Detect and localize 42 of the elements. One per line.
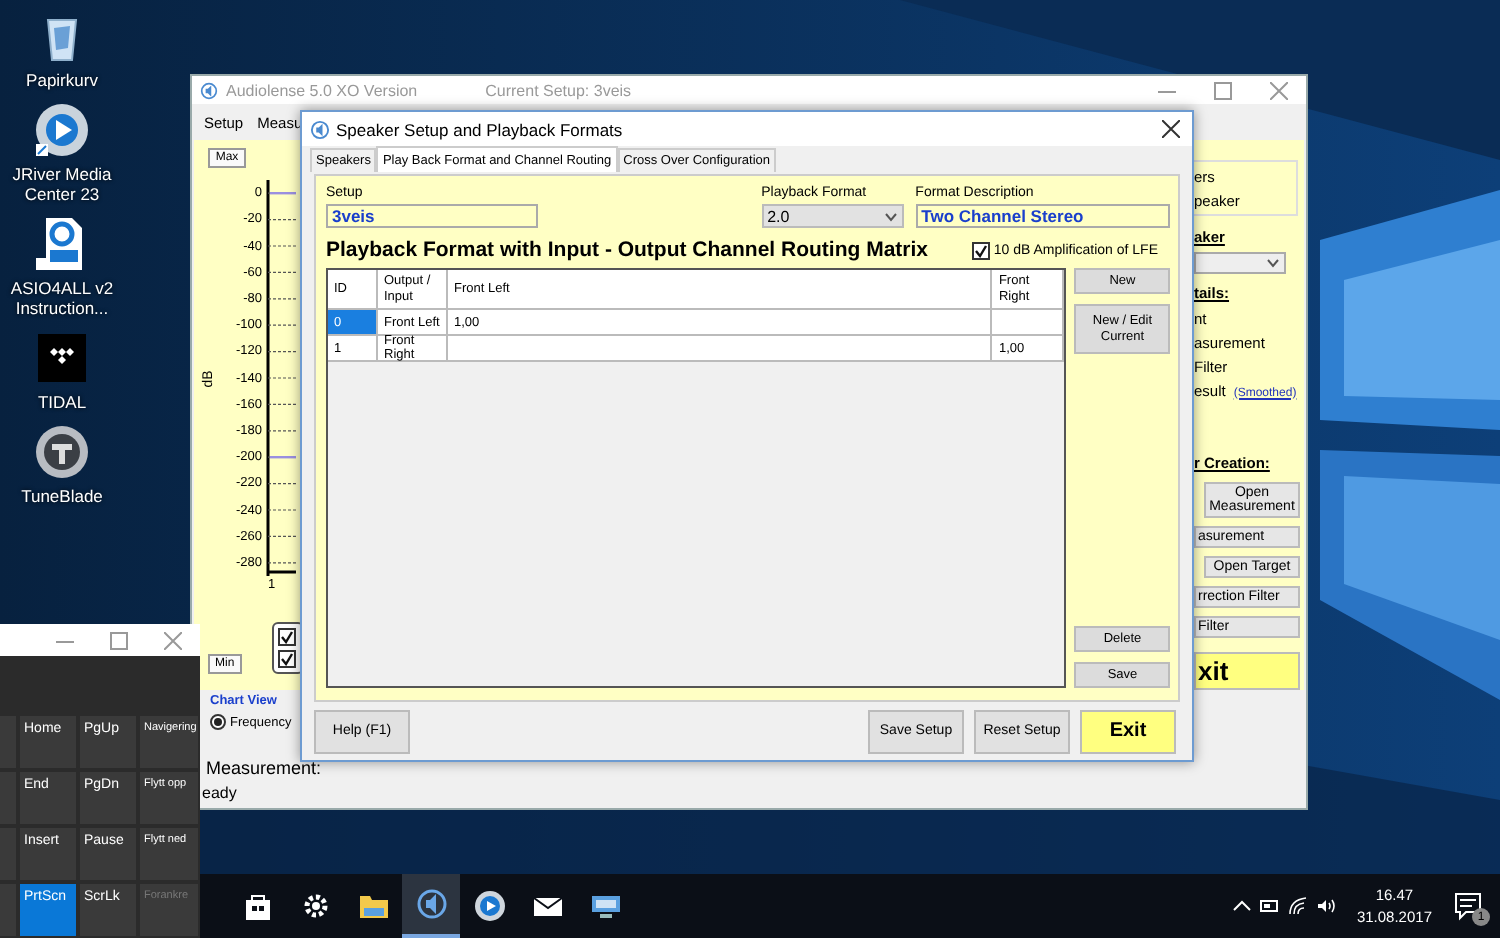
battery-icon[interactable] bbox=[1260, 896, 1281, 916]
speaker-app-icon bbox=[200, 81, 218, 99]
media-player-icon bbox=[34, 102, 90, 158]
close-icon[interactable] bbox=[1161, 120, 1179, 138]
dialog-title: Speaker Setup and Playback Formats bbox=[336, 119, 623, 139]
playback-format-dropdown[interactable]: 2.0 bbox=[761, 204, 904, 228]
wifi-icon[interactable] bbox=[1288, 896, 1309, 916]
radio-button[interactable] bbox=[210, 714, 226, 731]
dropdown[interactable] bbox=[1194, 252, 1286, 274]
maximize-icon[interactable] bbox=[110, 631, 128, 649]
maximize-icon[interactable] bbox=[1213, 81, 1231, 99]
desktop-icon-label[interactable]: JRiver Media Center 23 bbox=[2, 164, 122, 204]
matrix-heading: Playback Format with Input - Output Channel Routing Matrix bbox=[326, 238, 929, 262]
desktop-icon-label[interactable]: TIDAL bbox=[2, 392, 122, 412]
action-button[interactable]: xit bbox=[1194, 652, 1300, 691]
speaker-app-icon bbox=[310, 119, 330, 139]
folder-icon[interactable] bbox=[357, 890, 389, 922]
status-text: eady bbox=[202, 783, 237, 801]
table-cell bbox=[992, 310, 1065, 336]
measurement-label: Measurement: bbox=[206, 757, 322, 778]
speaker-app-icon[interactable] bbox=[415, 888, 447, 920]
media-player-icon[interactable] bbox=[473, 890, 505, 922]
format-description-field[interactable]: Two Channel Stereo bbox=[915, 204, 1170, 228]
monitor-app-icon[interactable] bbox=[589, 890, 621, 922]
chevron-up-icon[interactable] bbox=[1232, 896, 1253, 916]
tidal-app-icon bbox=[34, 330, 90, 386]
store-bag-icon[interactable] bbox=[241, 890, 273, 922]
caret-icon bbox=[883, 209, 898, 223]
checkbox[interactable] bbox=[277, 650, 296, 669]
desktop-icon-label[interactable]: TuneBlade bbox=[2, 486, 122, 506]
desktop-icon-label[interactable]: Papirkurv bbox=[2, 70, 122, 90]
checkbox[interactable] bbox=[277, 628, 296, 647]
tuneblade-app-icon bbox=[34, 424, 90, 480]
footer-button[interactable]: Exit bbox=[1080, 709, 1176, 753]
caret-icon bbox=[1266, 255, 1280, 270]
setup-name-field[interactable]: 3veis bbox=[326, 204, 538, 228]
current-setup-label: Current Setup: 3veis bbox=[485, 81, 632, 99]
window-title: Audiolense 5.0 XO Version bbox=[226, 81, 418, 99]
checkbox[interactable] bbox=[971, 241, 990, 259]
volume-icon[interactable] bbox=[1316, 896, 1337, 916]
settings-icon[interactable] bbox=[299, 890, 331, 922]
desktop-icon-label[interactable]: ASIO4ALL v2 Instruction... bbox=[2, 278, 122, 318]
